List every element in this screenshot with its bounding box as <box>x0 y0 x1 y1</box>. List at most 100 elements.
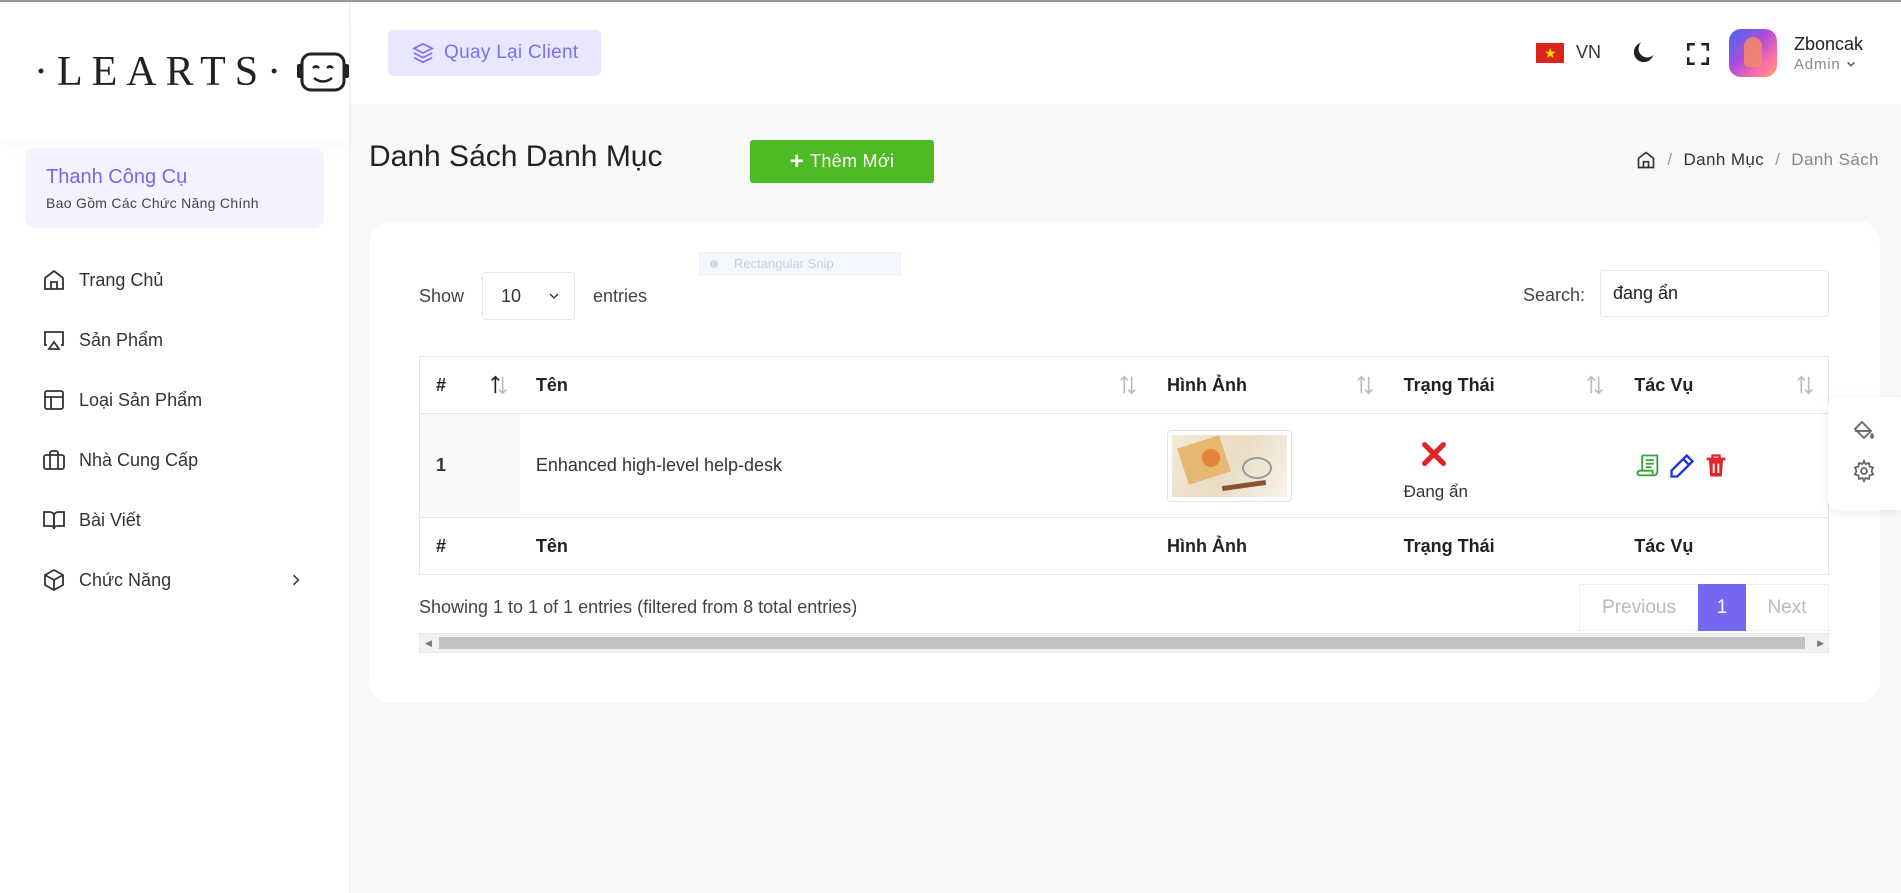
next-page-button[interactable]: Next <box>1746 597 1828 619</box>
user-name[interactable]: Zboncak <box>1794 34 1863 55</box>
user-role-dropdown[interactable]: Admin <box>1794 56 1856 73</box>
row-name: Enhanced high-level help-desk <box>535 455 783 475</box>
column-header-label: Trạng Thái <box>1403 374 1495 395</box>
status-text: Đang ẩn <box>1403 481 1468 501</box>
sort-icon <box>1120 375 1136 395</box>
pagination: Previous 1 Next <box>1579 584 1829 631</box>
footer-name: Tên <box>535 535 568 556</box>
horizontal-scrollbar[interactable]: ◀ ▶ <box>419 633 1829 653</box>
category-table: # Tên Hình Ảnh Trạng Thái Tác Vụ 1 Enhan… <box>419 356 1829 575</box>
sidebar-item-label: Bài Viết <box>79 509 141 530</box>
row-actions-cell <box>1618 414 1828 517</box>
scrollbar-thumb[interactable] <box>439 637 1805 649</box>
robot-face-icon <box>296 50 350 94</box>
breadcrumb-separator: / <box>1667 150 1673 169</box>
toolbox-panel: Thanh Công Cụ Bao Gồm Các Chức Năng Chín… <box>25 148 324 228</box>
sidebar-item-label: Trang Chủ <box>79 269 164 290</box>
breadcrumb: / Danh Mục / Danh Sách <box>1636 150 1879 170</box>
home-icon[interactable] <box>1636 150 1656 170</box>
row-image-cell <box>1151 414 1388 517</box>
edit-pencil-icon[interactable] <box>1668 452 1696 480</box>
page-1-button[interactable]: 1 <box>1698 584 1746 631</box>
breadcrumb-category[interactable]: Danh Mục <box>1683 150 1764 170</box>
breadcrumb-separator: / <box>1775 150 1781 169</box>
airplay-icon <box>44 331 64 350</box>
logo[interactable]: ·LEARTS· <box>0 2 350 142</box>
logo-text: ·LEARTS· <box>34 49 291 95</box>
footer-status: Trạng Thái <box>1403 535 1495 556</box>
column-header-actions[interactable]: Tác Vụ <box>1618 357 1828 413</box>
layers-icon <box>412 42 434 64</box>
footer-image: Hình Ảnh <box>1166 535 1247 556</box>
back-to-client-button[interactable]: Quay Lại Client <box>388 30 601 76</box>
status-block: Đang ẩn <box>1404 430 1468 502</box>
avatar[interactable] <box>1729 29 1777 77</box>
theme-customizer-panel <box>1828 397 1901 510</box>
book-open-icon <box>43 511 65 530</box>
home-icon <box>44 269 64 290</box>
box-icon <box>44 568 64 592</box>
fullscreen-icon[interactable] <box>1685 41 1711 67</box>
dark-mode-moon-icon[interactable] <box>1630 38 1658 66</box>
row-status-cell: Đang ẩn <box>1388 414 1619 517</box>
sidebar-item-label: Loại Sản Phẩm <box>79 389 203 410</box>
category-thumbnail[interactable] <box>1166 429 1292 502</box>
column-header-label: Tên <box>535 374 568 395</box>
sidebar: ·LEARTS· Thanh Công Cụ Bao Gồm Các Chức … <box>0 2 350 893</box>
column-header-name[interactable]: Tên <box>520 357 1151 413</box>
toolbox-subtitle: Bao Gồm Các Chức Năng Chính <box>46 195 259 211</box>
sidebar-item-posts[interactable]: Bài Viết <box>0 490 349 550</box>
table-row: 1 Enhanced high-level help-desk Đang ẩn <box>420 414 1828 518</box>
show-label: Show <box>419 285 465 306</box>
scroll-right-arrow-icon[interactable]: ▶ <box>1817 638 1824 649</box>
thumbnail-shape <box>1241 456 1272 479</box>
details-scroll-icon[interactable] <box>1634 452 1662 480</box>
user-role: Admin <box>1794 56 1841 73</box>
table-info-text: Showing 1 to 1 of 1 entries (filtered fr… <box>419 597 858 617</box>
layout-icon <box>44 390 64 410</box>
sidebar-item-product-types[interactable]: Loại Sản Phẩm <box>0 370 349 430</box>
paint-bucket-icon[interactable] <box>1852 419 1876 443</box>
settings-gear-icon[interactable] <box>1852 459 1876 483</box>
previous-page-button[interactable]: Previous <box>1580 597 1698 619</box>
column-header-label: Hình Ảnh <box>1166 374 1247 395</box>
hidden-status-x-icon[interactable] <box>1406 430 1462 478</box>
entries-length-control: Show 10 entries <box>419 272 647 320</box>
column-header-image[interactable]: Hình Ảnh <box>1151 357 1388 413</box>
sidebar-item-products[interactable]: Sản Phẩm <box>0 310 349 370</box>
chevron-down-icon <box>549 293 559 299</box>
thumbnail-picture <box>1171 434 1287 497</box>
briefcase-icon <box>43 450 65 470</box>
column-header-index[interactable]: # <box>420 357 520 413</box>
toolbox-title: Thanh Công Cụ <box>46 166 188 188</box>
column-header-label: Tác Vụ <box>1634 374 1694 395</box>
search-input[interactable] <box>1600 270 1829 317</box>
vietnam-flag-icon: ★ <box>1536 42 1564 63</box>
sidebar-item-home[interactable]: Trang Chủ <box>0 250 349 310</box>
sidebar-item-label: Sản Phẩm <box>79 329 164 350</box>
row-actions <box>1634 452 1730 480</box>
add-button-label: Thêm Mới <box>810 151 895 171</box>
sidebar-item-label: Nhà Cung Cấp <box>79 449 199 470</box>
scroll-left-arrow-icon[interactable]: ◀ <box>425 638 432 649</box>
thumbnail-shape <box>1221 479 1267 491</box>
sidebar-item-label: Chức Năng <box>79 569 172 590</box>
sort-ascending-icon <box>490 375 507 395</box>
delete-trash-icon[interactable] <box>1702 452 1730 480</box>
chevron-right-icon <box>293 574 300 586</box>
sidebar-item-functions[interactable]: Chức Năng <box>0 550 349 610</box>
thumbnail-shape <box>1201 448 1220 467</box>
language-selector[interactable]: ★ VN <box>1536 42 1601 63</box>
sort-icon <box>1797 375 1813 395</box>
sidebar-item-suppliers[interactable]: Nhà Cung Cấp <box>0 430 349 490</box>
plus-icon: + <box>789 147 805 175</box>
add-new-button[interactable]: + Thêm Mới <box>750 140 934 183</box>
entries-per-page-value: 10 <box>501 285 522 306</box>
page-title: Danh Sách Danh Mục <box>369 140 663 173</box>
column-header-status[interactable]: Trạng Thái <box>1388 357 1619 413</box>
table-header-row: # Tên Hình Ảnh Trạng Thái Tác Vụ <box>420 357 1828 414</box>
chevron-down-icon <box>1846 61 1855 67</box>
entries-per-page-select[interactable]: 10 <box>482 272 576 320</box>
breadcrumb-current: Danh Sách <box>1791 150 1879 169</box>
top-header: Quay Lại Client ★ VN Zboncak Admin <box>351 2 1901 104</box>
